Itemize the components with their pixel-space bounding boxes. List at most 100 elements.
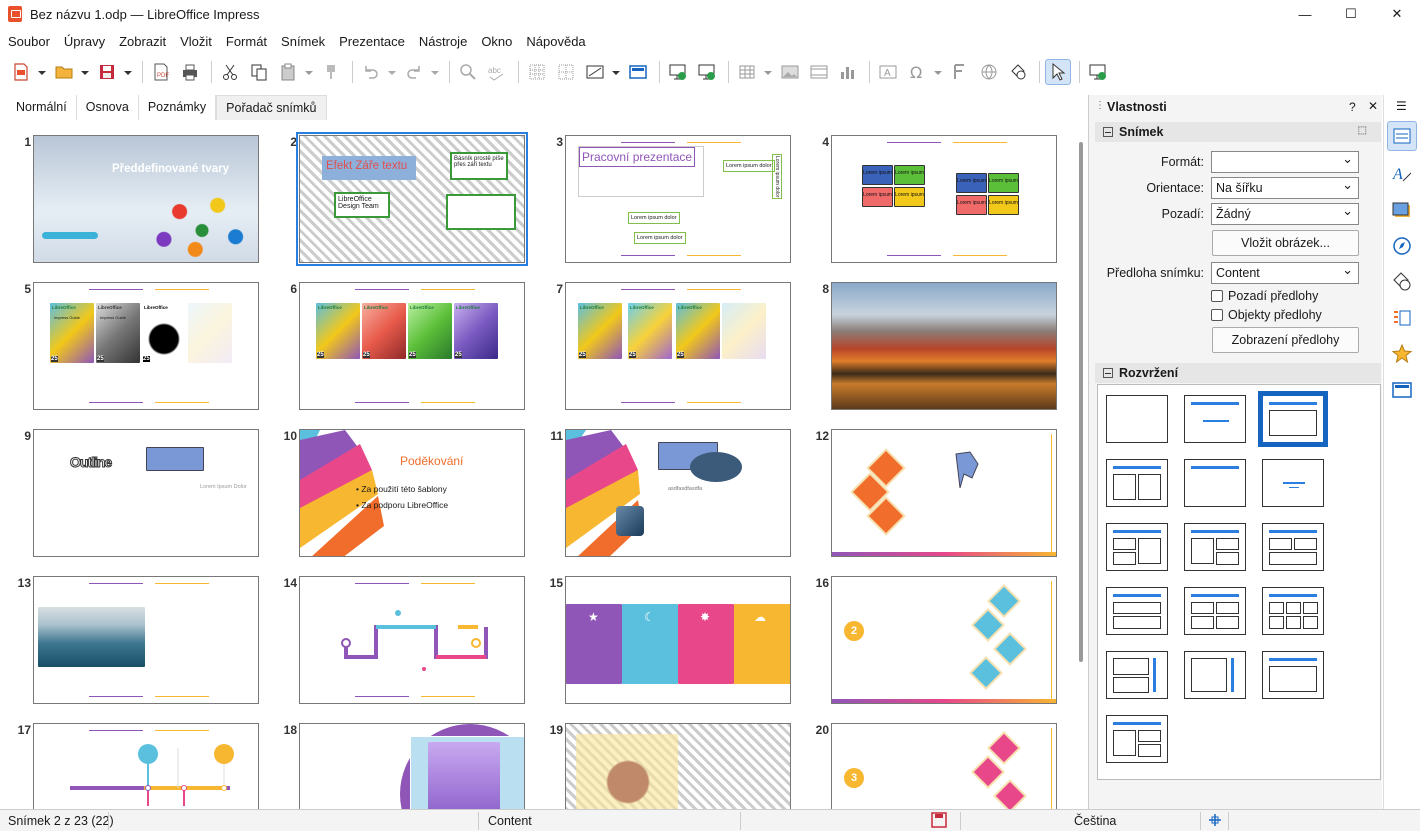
- slide-thumbnail[interactable]: LibreOffice 25 LibreOffice 25 LibreOffice 2…: [565, 282, 791, 410]
- helplines-icon[interactable]: [553, 59, 579, 85]
- layout-title-vertical-text[interactable]: [1262, 651, 1324, 699]
- media-icon[interactable]: [806, 59, 832, 85]
- slide-thumbnail[interactable]: Poděkování • Za použití této šablony • Z…: [299, 429, 525, 557]
- slide-thumbnail[interactable]: 2: [831, 576, 1057, 704]
- background-select[interactable]: Žádný: [1211, 203, 1359, 225]
- new-document-icon[interactable]: [8, 59, 34, 85]
- chevron-down-icon[interactable]: [80, 59, 90, 85]
- layout-centered-text[interactable]: [1262, 459, 1324, 507]
- help-icon[interactable]: ?: [1349, 100, 1356, 114]
- grid-icon[interactable]: [524, 59, 550, 85]
- chevron-down-icon[interactable]: [430, 59, 440, 85]
- layout-title-only[interactable]: [1184, 459, 1246, 507]
- copy-icon[interactable]: [246, 59, 272, 85]
- menu-insert[interactable]: Vložit: [180, 34, 212, 49]
- layout-title-2-vertical[interactable]: [1106, 715, 1168, 763]
- start-from-first-icon[interactable]: [665, 59, 691, 85]
- cut-icon[interactable]: [217, 59, 243, 85]
- slide-thumbnail[interactable]: asdfasdfasdfa: [565, 429, 791, 557]
- language-status[interactable]: Čeština: [1074, 814, 1116, 828]
- chevron-down-icon[interactable]: [123, 59, 133, 85]
- gallery-deck-icon[interactable]: [1389, 197, 1415, 223]
- layout-title-content-and-2-content[interactable]: [1184, 523, 1246, 571]
- open-folder-icon[interactable]: [51, 59, 77, 85]
- save-icon[interactable]: [94, 59, 120, 85]
- more-options-icon[interactable]: ⬚: [1358, 125, 1367, 136]
- find-replace-icon[interactable]: [455, 59, 481, 85]
- slide-thumbnail[interactable]: LibreOffice Impress Guide 25 LibreOffice Im…: [33, 282, 259, 410]
- table-icon[interactable]: [734, 59, 760, 85]
- properties-deck-icon[interactable]: [1387, 121, 1417, 151]
- section-layout-header[interactable]: Rozvržení: [1095, 363, 1381, 383]
- tab-normal[interactable]: Normální: [7, 95, 77, 120]
- chevron-down-icon[interactable]: [304, 59, 314, 85]
- chevron-down-icon[interactable]: [763, 59, 773, 85]
- select-pointer-icon[interactable]: [1045, 59, 1071, 85]
- layout-vertical-title-text[interactable]: [1106, 651, 1168, 699]
- chevron-down-icon[interactable]: [37, 59, 47, 85]
- master-background-checkbox[interactable]: Pozadí předlohy: [1211, 289, 1318, 303]
- sidebar-menu-icon[interactable]: ☰: [1396, 99, 1407, 113]
- maximize-button[interactable]: ☐: [1328, 0, 1374, 28]
- menu-help[interactable]: Nápověda: [526, 34, 585, 49]
- close-button[interactable]: ✕: [1374, 0, 1420, 28]
- slide-thumbnail[interactable]: LibreOffice 25 LibreOffice 25 LibreOffice 2…: [299, 282, 525, 410]
- master-objects-checkbox[interactable]: Objekty předlohy: [1211, 308, 1322, 322]
- layout-title-2-content[interactable]: [1106, 459, 1168, 507]
- slide-thumbnail[interactable]: Předdefinované tvary: [33, 135, 259, 263]
- layout-title-content[interactable]: [1258, 391, 1328, 447]
- slide-thumbnail[interactable]: [299, 576, 525, 704]
- slide-transition-deck-icon[interactable]: [1389, 305, 1415, 331]
- checkbox-box[interactable]: [1211, 309, 1223, 321]
- chevron-down-icon[interactable]: [611, 59, 621, 85]
- slide-thumbnail[interactable]: ★ ☾ ✸ ☁: [565, 576, 791, 704]
- shapes-deck-icon[interactable]: [1389, 269, 1415, 295]
- tab-slide-sorter[interactable]: Pořadač snímků: [216, 95, 327, 120]
- layout-blank[interactable]: [1106, 395, 1168, 443]
- document-modified-icon[interactable]: [930, 812, 948, 831]
- presentation-icon[interactable]: [1085, 59, 1111, 85]
- scrollbar-thumb[interactable]: [1079, 142, 1083, 662]
- collapse-icon[interactable]: [1103, 368, 1113, 378]
- section-slide-header[interactable]: Snímek ⬚: [1095, 122, 1381, 142]
- animation-deck-icon[interactable]: [1389, 341, 1415, 367]
- slide-thumbnail[interactable]: [33, 723, 259, 809]
- shapes-icon[interactable]: [1005, 59, 1031, 85]
- slide-thumbnail[interactable]: Efekt Záře textu LibreOffice Design Team…: [296, 132, 528, 266]
- slide-thumbnail[interactable]: Pracovní prezentace Lorem ipsum dolor Lo…: [565, 135, 791, 263]
- selection-mode-icon[interactable]: [1208, 813, 1222, 830]
- chevron-down-icon[interactable]: [387, 59, 397, 85]
- slide-sorter-scrollbar[interactable]: [1076, 122, 1085, 809]
- layout-vertical-title-content[interactable]: [1184, 651, 1246, 699]
- slide-thumbnail[interactable]: [299, 723, 525, 809]
- undo-icon[interactable]: [358, 59, 384, 85]
- fontwork-icon[interactable]: [947, 59, 973, 85]
- close-panel-icon[interactable]: ✕: [1368, 99, 1378, 113]
- checkbox-box[interactable]: [1211, 290, 1223, 302]
- chart-icon[interactable]: [835, 59, 861, 85]
- drag-handle-icon[interactable]: ⋮: [1095, 100, 1105, 111]
- paste-icon[interactable]: [275, 59, 301, 85]
- image-icon[interactable]: [777, 59, 803, 85]
- menu-window[interactable]: Okno: [481, 34, 512, 49]
- layout-title-4-content[interactable]: [1184, 587, 1246, 635]
- master-slide-status[interactable]: Content: [488, 814, 532, 828]
- master-slide-select[interactable]: Content: [1211, 262, 1359, 284]
- layout-title-2-content-over-content[interactable]: [1262, 523, 1324, 571]
- text-box-icon[interactable]: A: [875, 59, 901, 85]
- menu-file[interactable]: Soubor: [8, 34, 50, 49]
- collapse-icon[interactable]: [1103, 127, 1113, 137]
- tab-outline[interactable]: Osnova: [77, 95, 139, 120]
- navigator-deck-icon[interactable]: [1389, 233, 1415, 259]
- slide-thumbnail[interactable]: [831, 429, 1057, 557]
- redo-icon[interactable]: [401, 59, 427, 85]
- menu-edit[interactable]: Úpravy: [64, 34, 105, 49]
- orientation-select[interactable]: Na šířku: [1211, 177, 1359, 199]
- hyperlink-icon[interactable]: [976, 59, 1002, 85]
- chevron-down-icon[interactable]: [933, 59, 943, 85]
- export-pdf-icon[interactable]: PDF: [148, 59, 174, 85]
- show-master-button[interactable]: Zobrazení předlohy: [1212, 327, 1359, 353]
- slide-thumbnail[interactable]: Lorem ipsum Lorem ipsum Lorem ipsum Lore…: [831, 135, 1057, 263]
- slide-thumbnail[interactable]: [831, 282, 1057, 410]
- menu-slideshow[interactable]: Prezentace: [339, 34, 405, 49]
